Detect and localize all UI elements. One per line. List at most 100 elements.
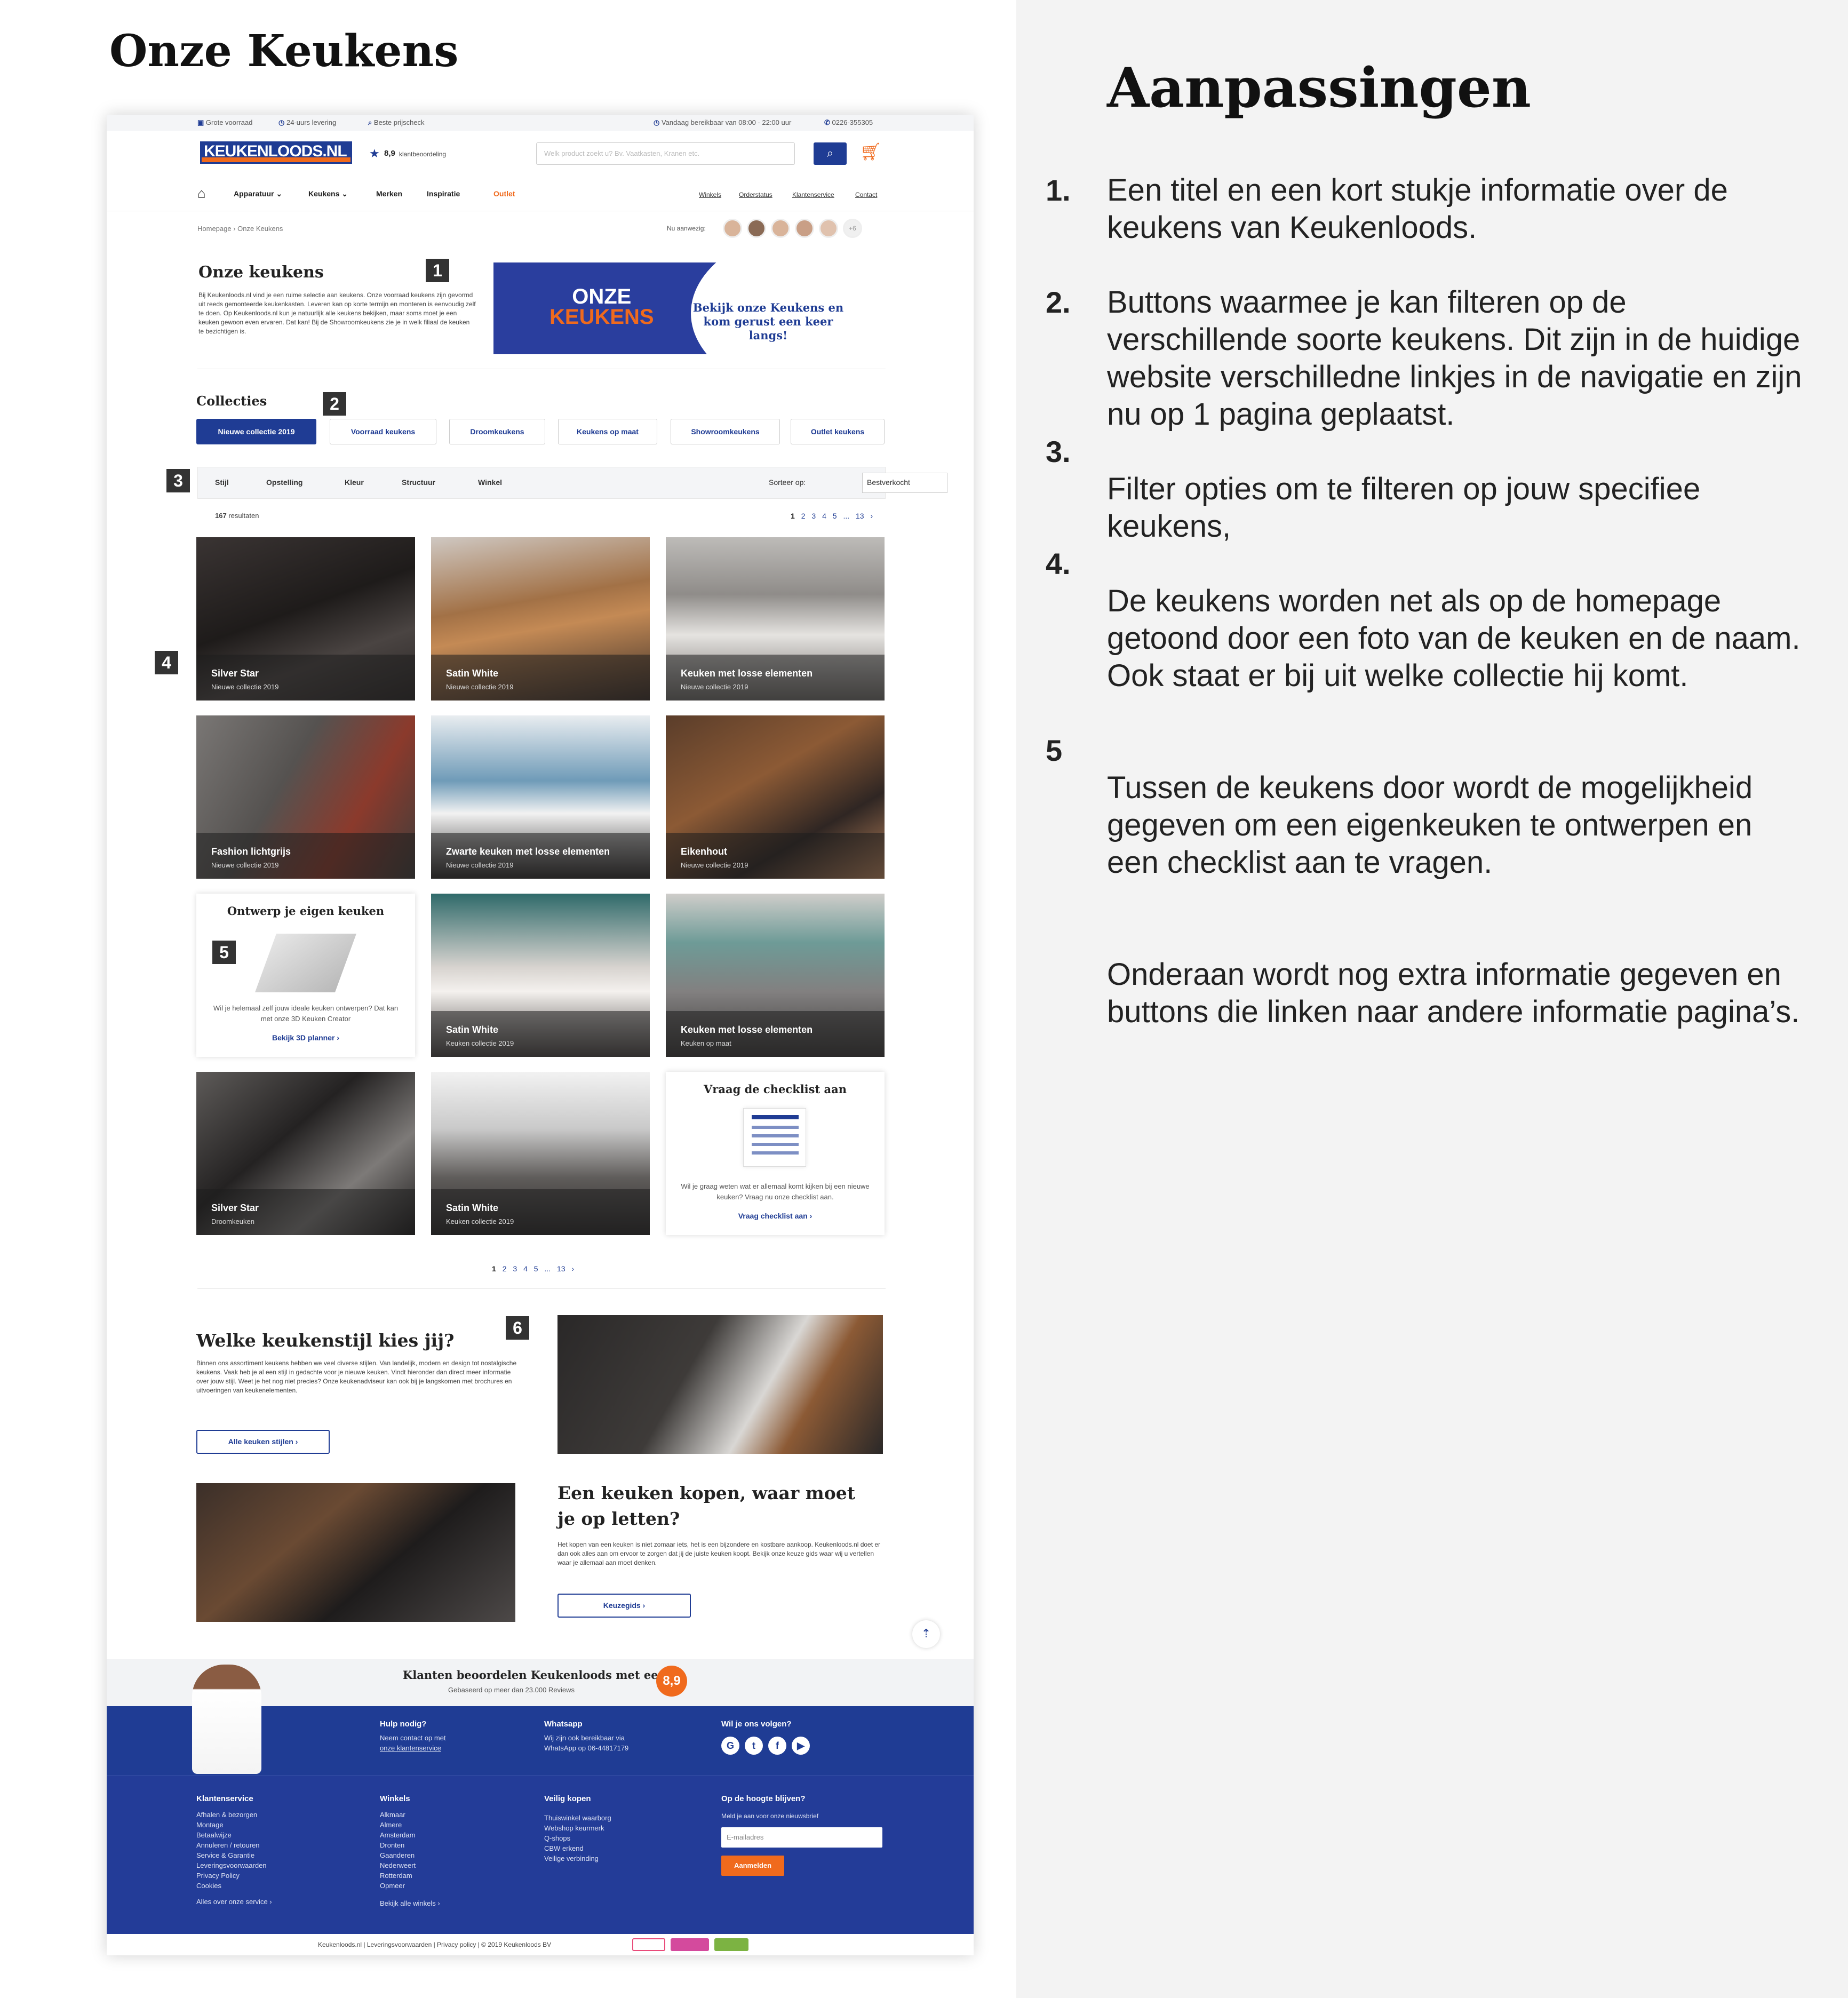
collection-button-outlet[interactable]: Outlet keukens — [791, 419, 885, 444]
kitchen-card[interactable]: Zwarte keuken met losse elementen Nieuwe … — [431, 715, 650, 879]
kitchen-card[interactable]: Satin White Keuken collectie 2019 — [431, 1072, 650, 1235]
footer-link[interactable]: Gaanderen — [380, 1850, 415, 1860]
footer-link[interactable]: Thuiswinkel waarborg — [544, 1813, 611, 1823]
style-title: Welke keukenstijl kies jij? — [196, 1330, 455, 1351]
nav-outlet[interactable]: Outlet — [493, 189, 515, 198]
nav-klantenservice[interactable]: Klantenservice — [792, 191, 834, 198]
footer-link[interactable]: Rotterdam — [380, 1870, 412, 1881]
footer-link[interactable]: Leveringsvoorwaarden — [196, 1860, 267, 1870]
help-link[interactable]: onze klantenservice — [380, 1743, 441, 1753]
avatar — [819, 219, 838, 238]
nav-orderstatus[interactable]: Orderstatus — [739, 191, 772, 198]
all-styles-button[interactable]: Alle keuken stijlen › — [196, 1430, 330, 1454]
newsletter-title: Op de hoogte blijven? — [721, 1794, 806, 1803]
breadcrumb[interactable]: Homepage › Onze Keukens — [197, 225, 283, 233]
filter-stijl[interactable]: Stijl — [215, 478, 229, 487]
footer-link[interactable]: Amsterdam — [380, 1830, 415, 1840]
whatsapp-line: WhatsApp op 06-44817179 — [544, 1744, 629, 1752]
footer-link[interactable]: Afhalen & bezorgen — [196, 1810, 257, 1820]
kitchen-card[interactable]: Eikenhout Nieuwe collectie 2019 — [666, 715, 885, 879]
marker-1: 1 — [426, 259, 449, 282]
footer-link[interactable]: Webshop keurmerk — [544, 1823, 604, 1833]
search-button[interactable]: ⌕ — [814, 142, 847, 165]
footer-more-link[interactable]: Alles over onze service › — [196, 1897, 272, 1907]
footer-link[interactable]: Privacy Policy — [196, 1870, 240, 1881]
footer-link[interactable]: Cookies — [196, 1881, 221, 1891]
kitchen-card[interactable]: Silver Star Nieuwe collectie 2019 — [196, 537, 415, 701]
search-input[interactable]: Welk product zoekt u? Bv. Vaatkasten, Kr… — [536, 142, 795, 165]
marker-6: 6 — [506, 1316, 529, 1340]
nav-merken[interactable]: Merken — [376, 189, 402, 198]
star-icon: ★ — [369, 147, 380, 160]
collection-button-droom[interactable]: Droomkeukens — [449, 419, 545, 444]
checklist-card-link[interactable]: Vraag checklist aan › — [666, 1212, 885, 1220]
cart-icon[interactable]: 🛒︎ — [860, 141, 882, 162]
footer-link[interactable]: Alkmaar — [380, 1810, 405, 1820]
design-card-text: Wil je helemaal zelf jouw ideale keuken … — [213, 1004, 399, 1023]
nav-keukens[interactable]: Keukens ⌄ — [308, 189, 348, 198]
home-icon[interactable]: ⌂ — [197, 185, 206, 202]
kitchen-card[interactable]: Fashion lichtgrijs Nieuwe collectie 2019 — [196, 715, 415, 879]
avatar — [771, 219, 790, 238]
design-card[interactable]: Ontwerp je eigen keuken 5 Wil je helemaa… — [196, 894, 415, 1057]
footer-link[interactable]: Almere — [380, 1820, 402, 1830]
sort-select[interactable]: Bestverkocht — [862, 473, 947, 493]
rating-label: klantbeoordeling — [399, 150, 447, 158]
style-image — [557, 1315, 883, 1454]
checklist-card[interactable]: Vraag de checklist aan Wil je graag wete… — [666, 1072, 885, 1235]
footer-link[interactable]: Betaalwijze — [196, 1830, 232, 1840]
kitchen-card[interactable]: Silver Star Droomkeuken — [196, 1072, 415, 1235]
collection-button-op-maat[interactable]: Keukens op maat — [558, 419, 657, 444]
facebook-icon[interactable]: f — [768, 1737, 786, 1755]
scroll-top-icon[interactable]: ⇡ — [912, 1620, 940, 1648]
marker-4: 4 — [155, 651, 178, 674]
footer-link[interactable]: Service & Garantie — [196, 1850, 254, 1860]
collection-button-nieuw[interactable]: Nieuwe collectie 2019 — [196, 419, 316, 444]
newsletter-email-input[interactable]: E-mailadres — [721, 1827, 882, 1848]
footer-col-title: Veilig kopen — [544, 1794, 591, 1803]
footer-more-link[interactable]: Bekijk alle winkels › — [380, 1898, 440, 1908]
collection-button-showroom[interactable]: Showroomkeukens — [671, 419, 780, 444]
avatar — [795, 219, 814, 238]
newsletter-submit-button[interactable]: Aanmelden — [721, 1856, 784, 1876]
footer-link[interactable]: Montage — [196, 1820, 224, 1830]
footer-link[interactable]: Q-shops — [544, 1833, 570, 1843]
footer-link[interactable]: Dronten — [380, 1840, 404, 1850]
filter-kleur[interactable]: Kleur — [345, 478, 364, 487]
google-plus-icon[interactable]: G — [721, 1737, 739, 1755]
banner-heading: ONZE KEUKENS — [549, 285, 654, 329]
footer-link[interactable]: CBW erkend — [544, 1843, 584, 1853]
filter-opstelling[interactable]: Opstelling — [266, 478, 302, 487]
footer-link[interactable]: Nederweert — [380, 1860, 416, 1870]
youtube-icon[interactable]: ▶ — [792, 1737, 810, 1755]
filter-winkel[interactable]: Winkel — [478, 478, 502, 487]
design-card-link[interactable]: Bekijk 3D planner › — [196, 1033, 415, 1042]
filter-structuur[interactable]: Structuur — [402, 478, 435, 487]
kitchen-card[interactable]: Satin White Keuken collectie 2019 — [431, 894, 650, 1057]
collections-banner[interactable]: ONZE KEUKENS Bekijk onze Keukens en kom g… — [493, 262, 886, 354]
reviews-sub: Gebaseerd op meer dan 23.000 Reviews — [448, 1686, 575, 1694]
collection-button-voorraad[interactable]: Voorraad keukens — [330, 419, 436, 444]
pagination-top[interactable]: 1 2 3 4 5 ... 13 › — [791, 512, 873, 520]
nav-inspiratie[interactable]: Inspiratie — [427, 189, 460, 198]
keuzegids-button[interactable]: Keuzegids › — [557, 1594, 691, 1618]
site-logo[interactable]: KEUKENLOODS.NL — [200, 141, 352, 164]
footer-link[interactable]: Opmeer — [380, 1881, 405, 1891]
phone-text[interactable]: ✆ 0226-355305 — [824, 118, 873, 127]
nav-winkels[interactable]: Winkels — [699, 191, 721, 198]
footer-col-title: Klantenservice — [196, 1794, 253, 1803]
twitter-icon[interactable]: t — [745, 1737, 763, 1755]
nav-apparatuur[interactable]: Apparatuur ⌄ — [234, 189, 282, 198]
kitchen-card[interactable]: Keuken met losse elementen Keuken op maat — [666, 894, 885, 1057]
kitchen-card[interactable]: Keuken met losse elementen Nieuwe collect… — [666, 537, 885, 701]
top-bar: ▣ Grote voorraad ◷ 24-uurs levering ⌕ Be… — [107, 115, 974, 131]
whatsapp-title: Whatsapp — [544, 1720, 583, 1729]
footer-link[interactable]: Veilige verbinding — [544, 1853, 599, 1864]
footer-link[interactable]: Annuleren / retouren — [196, 1840, 260, 1850]
kitchen-card[interactable]: Satin White Nieuwe collectie 2019 — [431, 537, 650, 701]
search-icon: ⌕ — [826, 146, 834, 160]
newsletter-sub: Meld je aan voor onze nieuwsbrief — [721, 1812, 819, 1820]
pagination-bottom[interactable]: 1 2 3 4 5 ... 13 › — [492, 1264, 574, 1273]
nav-contact[interactable]: Contact — [855, 191, 877, 198]
divider — [197, 1288, 886, 1289]
